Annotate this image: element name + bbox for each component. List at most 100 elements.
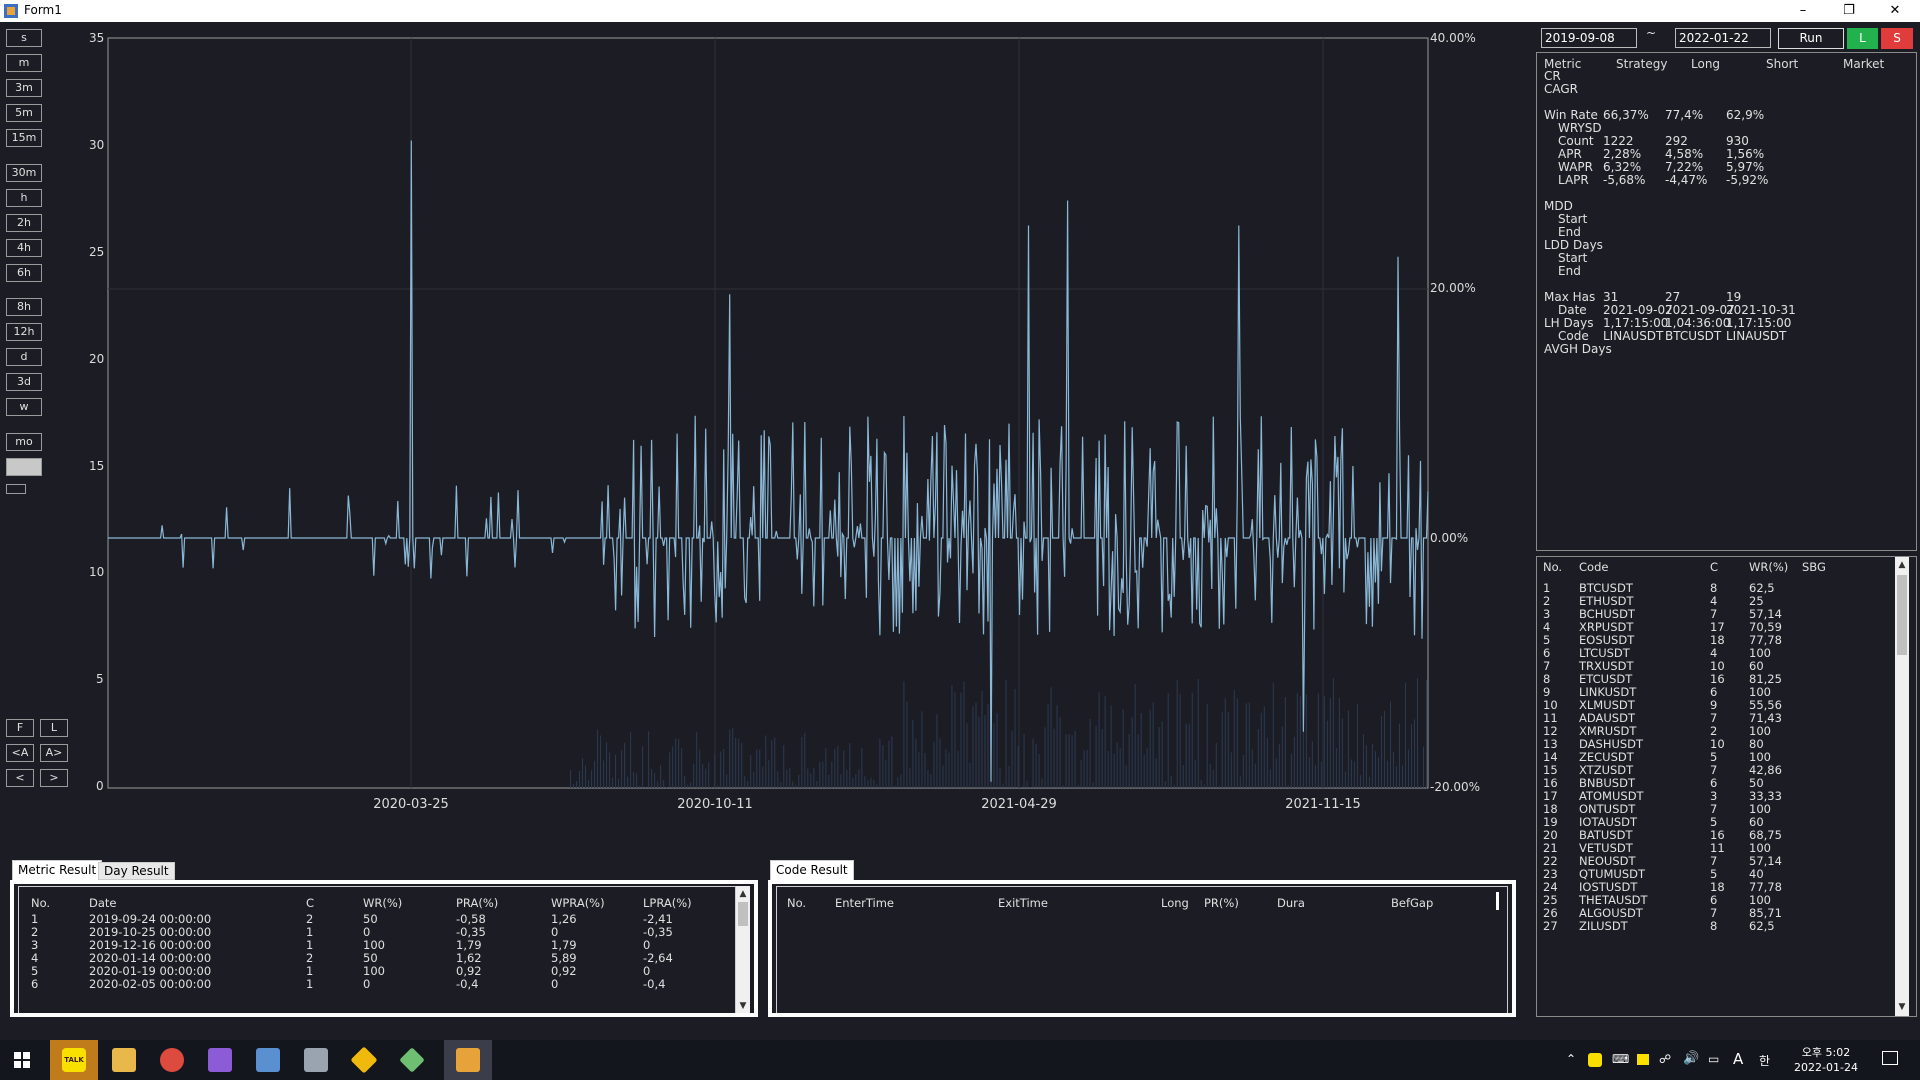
long-button[interactable]: L (1847, 28, 1878, 49)
col-header-entertime[interactable]: EnterTime (835, 896, 894, 910)
code-list-row[interactable]: 27 ZILUSDT 8 62,5 (1537, 919, 1893, 933)
code-list-row[interactable]: 20 BATUSDT 16 68,75 (1537, 828, 1893, 842)
ime-indicator[interactable]: A (1733, 1050, 1743, 1068)
notification-icon[interactable] (1882, 1051, 1898, 1065)
start-date-input[interactable]: 2019-09-08 (1541, 28, 1637, 48)
col-header-befgap[interactable]: BefGap (1391, 896, 1433, 910)
table-row[interactable]: 1 2019-09-24 00:00:00 2 50 -0,58 1,26 -2,41 (19, 912, 735, 926)
col-header-no[interactable]: No. (31, 896, 50, 910)
col-header-long[interactable]: Long (1161, 896, 1189, 910)
file-explorer-icon[interactable] (112, 1048, 136, 1072)
clock-time[interactable]: 오후 5:02 (1790, 1044, 1862, 1060)
clock-date[interactable]: 2022-01-24 (1790, 1061, 1862, 1074)
chevron-up-icon[interactable]: ⌃ (1566, 1052, 1576, 1066)
kakaotalk-tray-icon[interactable] (1588, 1053, 1602, 1067)
network-icon[interactable]: ☍ (1659, 1052, 1671, 1066)
col-header-c[interactable]: C (1710, 560, 1718, 574)
col-header-pra[interactable]: PRA(%) (456, 896, 498, 910)
chrome-icon[interactable] (160, 1048, 184, 1072)
scroll-up-icon[interactable]: ▲ (1895, 558, 1909, 572)
keyboard-icon[interactable]: ⌨ (1612, 1052, 1629, 1066)
form1-taskbar-button[interactable] (444, 1040, 492, 1080)
code-result-grid[interactable]: No. EnterTime ExitTime Long PR(%) Dura B… (768, 880, 1516, 1017)
code-row-code: IOTAUSDT (1579, 815, 1638, 829)
code-list-row[interactable]: 19 IOTAUSDT 5 60 (1537, 815, 1893, 829)
hangul-icon[interactable]: 한 (1759, 1052, 1770, 1069)
col-header-c[interactable]: C (306, 896, 314, 910)
metric-result-scrollbar[interactable]: ▲ ▼ (736, 886, 750, 1013)
code-list-row[interactable]: 2 ETHUSDT 4 25 (1537, 594, 1893, 608)
code-list-row[interactable]: 11 ADAUSDT 7 71,43 (1537, 711, 1893, 725)
col-header-wpra[interactable]: WPRA(%) (551, 896, 605, 910)
metric-label: Max Has (1544, 290, 1596, 304)
col-header-no[interactable]: No. (787, 896, 806, 910)
scroll-thumb[interactable] (1897, 575, 1907, 655)
code-list-row[interactable]: 24 IOSTUSDT 18 77,78 (1537, 880, 1893, 894)
code-list-row[interactable]: 3 BCHUSDT 7 57,14 (1537, 607, 1893, 621)
code-list-row[interactable]: 13 DASHUSDT 10 80 (1537, 737, 1893, 751)
table-row[interactable]: 6 2020-02-05 00:00:00 1 0 -0,4 0 -0,4 (19, 977, 735, 991)
code-row-c: 4 (1710, 646, 1718, 660)
col-header-wr[interactable]: WR(%) (1749, 560, 1788, 574)
col-header-pr[interactable]: PR(%) (1204, 896, 1239, 910)
metric-label: Count (1558, 134, 1594, 148)
code-list-row[interactable]: 14 ZECUSDT 5 100 (1537, 750, 1893, 764)
scroll-down-icon[interactable]: ▼ (736, 999, 750, 1013)
col-header-exittime[interactable]: ExitTime (998, 896, 1048, 910)
table-row[interactable]: 5 2020-01-19 00:00:00 1 100 0,92 0,92 0 (19, 964, 735, 978)
end-date-input[interactable]: 2022-01-22 (1675, 28, 1771, 48)
volume-icon[interactable]: 🔊 (1683, 1051, 1699, 1066)
tab-day-result[interactable]: Day Result (98, 862, 175, 880)
col-header-date[interactable]: Date (89, 896, 117, 910)
windows-start-icon[interactable] (14, 1052, 30, 1068)
code-list-row[interactable]: 7 TRXUSDT 10 60 (1537, 659, 1893, 673)
scroll-down-icon[interactable]: ▼ (1895, 1000, 1909, 1014)
code-list-row[interactable]: 12 XMRUSDT 2 100 (1537, 724, 1893, 738)
table-row[interactable]: 2 2019-10-25 00:00:00 1 0 -0,35 0 -0,35 (19, 925, 735, 939)
kakaotalk-taskbar-button[interactable]: TALK (50, 1040, 98, 1080)
col-header-dura[interactable]: Dura (1277, 896, 1305, 910)
code-list-scrollbar[interactable]: ▲ ▼ (1895, 557, 1909, 1016)
code-list-row[interactable]: 6 LTCUSDT 4 100 (1537, 646, 1893, 660)
code-list-row[interactable]: 5 EOSUSDT 18 77,78 (1537, 633, 1893, 647)
col-header-lpra[interactable]: LPRA(%) (643, 896, 692, 910)
code-list-row[interactable]: 1 BTCUSDT 8 62,5 (1537, 581, 1893, 595)
metric-result-grid[interactable]: No. Date C WR(%) PRA(%) WPRA(%) LPRA(%) … (10, 880, 758, 1017)
app-icon-generic[interactable] (304, 1048, 328, 1072)
short-button[interactable]: S (1881, 28, 1913, 49)
code-list-panel[interactable]: No. Code C WR(%) SBG 1 BTCUSDT 8 62,5 2 ETHUS… (1536, 556, 1917, 1017)
code-list-row[interactable]: 16 BNBUSDT 6 50 (1537, 776, 1893, 790)
code-list-row[interactable]: 8 ETCUSDT 16 81,25 (1537, 672, 1893, 686)
tab-metric-result[interactable]: Metric Result (12, 860, 103, 880)
code-list-row[interactable]: 9 LINKUSDT 6 100 (1537, 685, 1893, 699)
tab-code-result[interactable]: Code Result (770, 860, 854, 880)
folder-tray-icon[interactable] (1637, 1054, 1649, 1065)
scroll-thumb[interactable] (738, 902, 748, 926)
code-list-row[interactable]: 23 QTUMUSDT 5 40 (1537, 867, 1893, 881)
code-list-row[interactable]: 26 ALGOUSDT 7 85,71 (1537, 906, 1893, 920)
remote-desktop-icon[interactable] (256, 1048, 280, 1072)
table-row[interactable]: 3 2019-12-16 00:00:00 1 100 1,79 1,79 0 (19, 938, 735, 952)
code-list-row[interactable]: 4 XRPUSDT 17 70,59 (1537, 620, 1893, 634)
table-row[interactable]: 4 2020-01-14 00:00:00 2 50 1,62 5,89 -2,64 (19, 951, 735, 965)
visual-studio-icon[interactable] (208, 1048, 232, 1072)
code-list-row[interactable]: 22 NEOUSDT 7 57,14 (1537, 854, 1893, 868)
code-list-row[interactable]: 18 ONTUSDT 7 100 (1537, 802, 1893, 816)
code-row-c: 17 (1710, 620, 1725, 634)
code-list-row[interactable]: 17 ATOMUSDT 3 33,33 (1537, 789, 1893, 803)
display-icon[interactable]: ▭ (1708, 1052, 1719, 1066)
binance-icon[interactable] (350, 1046, 378, 1074)
code-list-row[interactable]: 21 VETUSDT 11 100 (1537, 841, 1893, 855)
col-header-code[interactable]: Code (1579, 560, 1608, 574)
column-resize-handle[interactable] (1496, 892, 1499, 910)
col-header-no[interactable]: No. (1543, 560, 1562, 574)
app-icon-diamond[interactable] (399, 1047, 425, 1073)
col-header-wr[interactable]: WR(%) (363, 896, 402, 910)
code-list-row[interactable]: 15 XTZUSDT 7 42,86 (1537, 763, 1893, 777)
run-button[interactable]: Run (1778, 28, 1844, 49)
col-header-sbg[interactable]: SBG (1802, 560, 1826, 574)
code-row-wr: 57,14 (1749, 854, 1782, 868)
scroll-up-icon[interactable]: ▲ (736, 887, 750, 901)
code-list-row[interactable]: 25 THETAUSDT 6 100 (1537, 893, 1893, 907)
code-list-row[interactable]: 10 XLMUSDT 9 55,56 (1537, 698, 1893, 712)
